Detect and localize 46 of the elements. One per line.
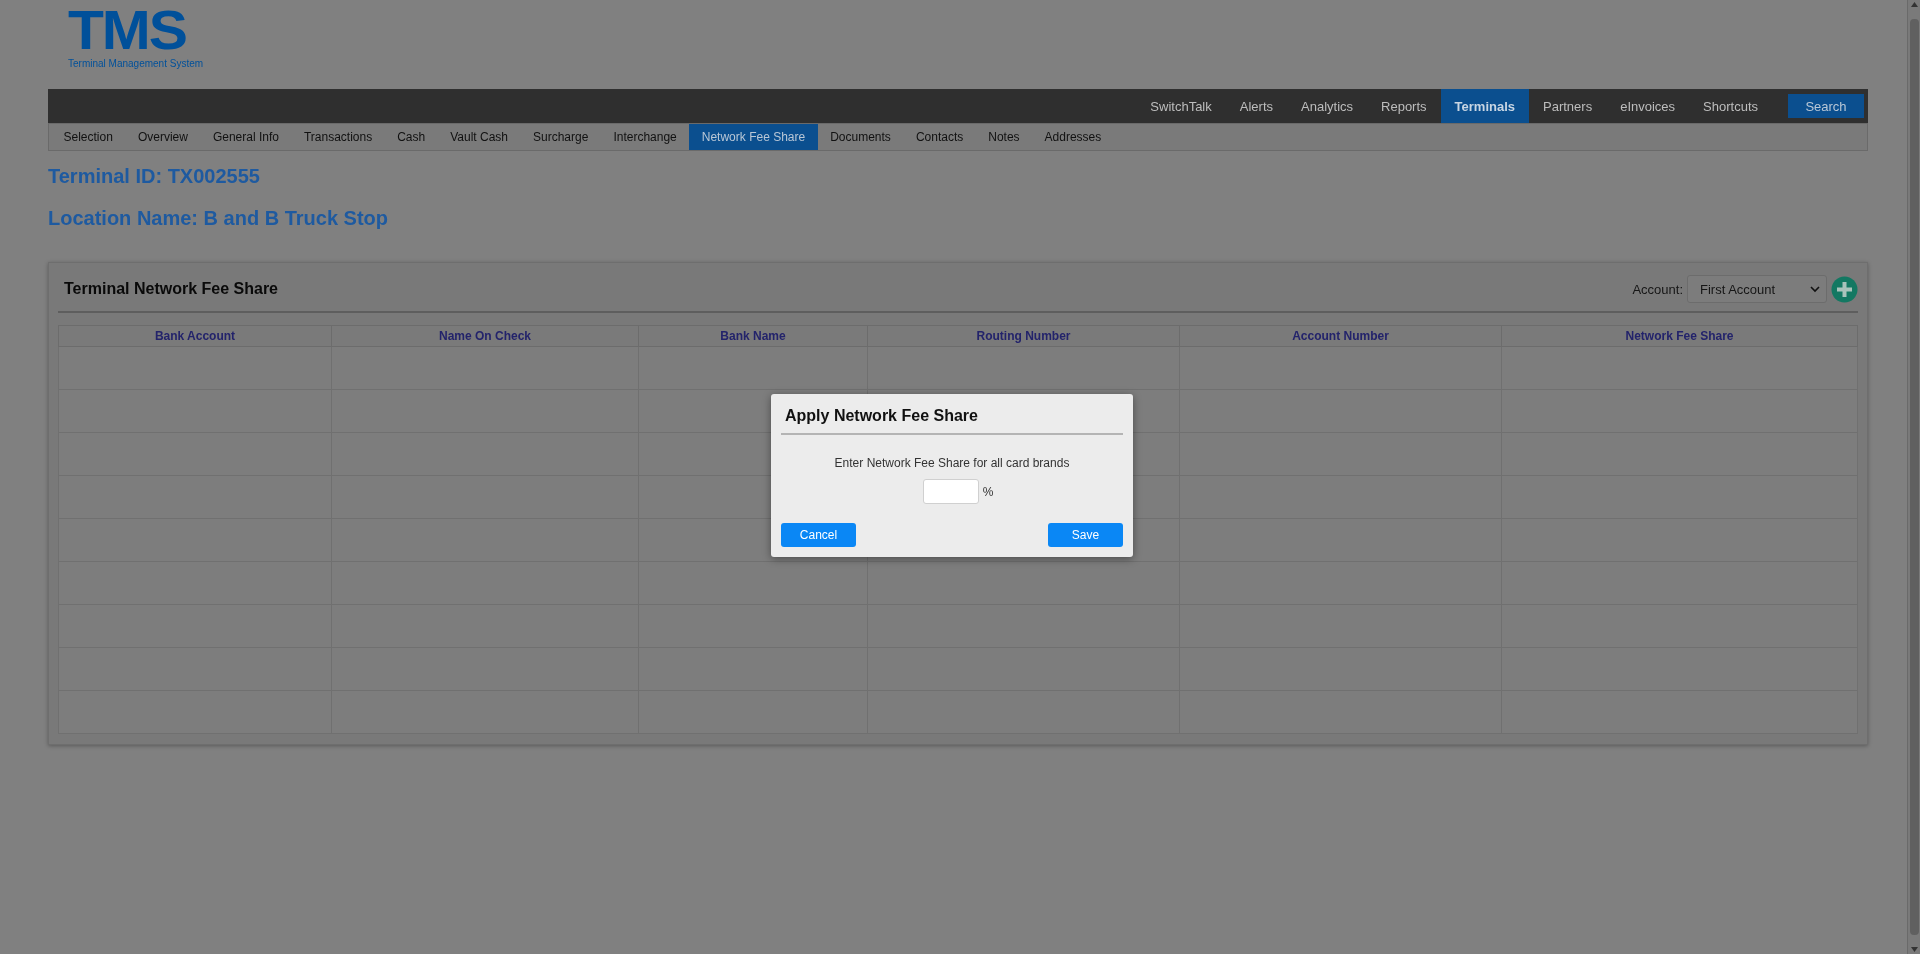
- account-label: Account:: [1632, 281, 1683, 297]
- cancel-button[interactable]: Cancel: [781, 523, 856, 547]
- tab[interactable]: General Info: [200, 124, 292, 150]
- tab[interactable]: Contacts: [903, 124, 976, 150]
- tab[interactable]: Documents: [817, 124, 904, 150]
- location-name: Location Name: B and B Truck Stop: [48, 207, 390, 230]
- column-header: Network Fee Share: [1501, 325, 1858, 347]
- tab[interactable]: Network Fee Share: [689, 124, 818, 150]
- add-icon[interactable]: [1831, 275, 1858, 303]
- nav-item[interactable]: Terminals: [1440, 89, 1529, 123]
- percent-input[interactable]: [922, 479, 979, 504]
- search-button[interactable]: Search: [1788, 94, 1864, 118]
- nav-item[interactable]: Partners: [1529, 89, 1607, 123]
- tab[interactable]: Transactions: [291, 124, 385, 150]
- logo-tagline: Terminal Management System: [68, 58, 204, 69]
- tab[interactable]: Interchange: [600, 124, 690, 150]
- terminal-id: Terminal ID: TX002555: [48, 165, 261, 188]
- column-header: Name On Check: [331, 325, 639, 347]
- scroll-up-icon[interactable]: [1910, 2, 1918, 7]
- tab[interactable]: Addresses: [1032, 124, 1114, 150]
- chevron-down-icon: [1810, 285, 1820, 293]
- nav-item[interactable]: Reports: [1367, 89, 1441, 123]
- panel-title: Terminal Network Fee Share: [64, 280, 278, 298]
- nav-item[interactable]: Alerts: [1225, 89, 1287, 123]
- tab[interactable]: Cash: [384, 124, 438, 150]
- nav-item[interactable]: Analytics: [1287, 89, 1368, 123]
- tab[interactable]: Overview: [125, 124, 201, 150]
- tab[interactable]: Surcharge: [520, 124, 601, 150]
- column-header: Bank Account: [58, 325, 332, 347]
- account-select[interactable]: First Account: [1687, 275, 1827, 303]
- logo-mark: TMS: [68, 4, 186, 56]
- percent-unit: %: [982, 484, 994, 499]
- column-header: Account Number: [1179, 325, 1502, 347]
- nav-item[interactable]: SwitchTalk: [1136, 89, 1226, 123]
- dialog-prompt: Enter Network Fee Share for all card brands: [833, 456, 1071, 470]
- column-header: Routing Number: [867, 325, 1180, 347]
- tab[interactable]: Vault Cash: [437, 124, 521, 150]
- dialog-title: Apply Network Fee Share: [781, 404, 1123, 435]
- scrollbar[interactable]: [1907, 0, 1920, 954]
- save-button[interactable]: Save: [1048, 523, 1123, 547]
- tab[interactable]: Selection: [51, 124, 126, 150]
- nav-item[interactable]: eInvoices: [1606, 89, 1690, 123]
- column-header: Bank Name: [638, 325, 868, 347]
- nav-item[interactable]: Shortcuts: [1689, 89, 1772, 123]
- tab[interactable]: Notes: [975, 124, 1033, 150]
- scroll-down-icon[interactable]: [1910, 947, 1918, 952]
